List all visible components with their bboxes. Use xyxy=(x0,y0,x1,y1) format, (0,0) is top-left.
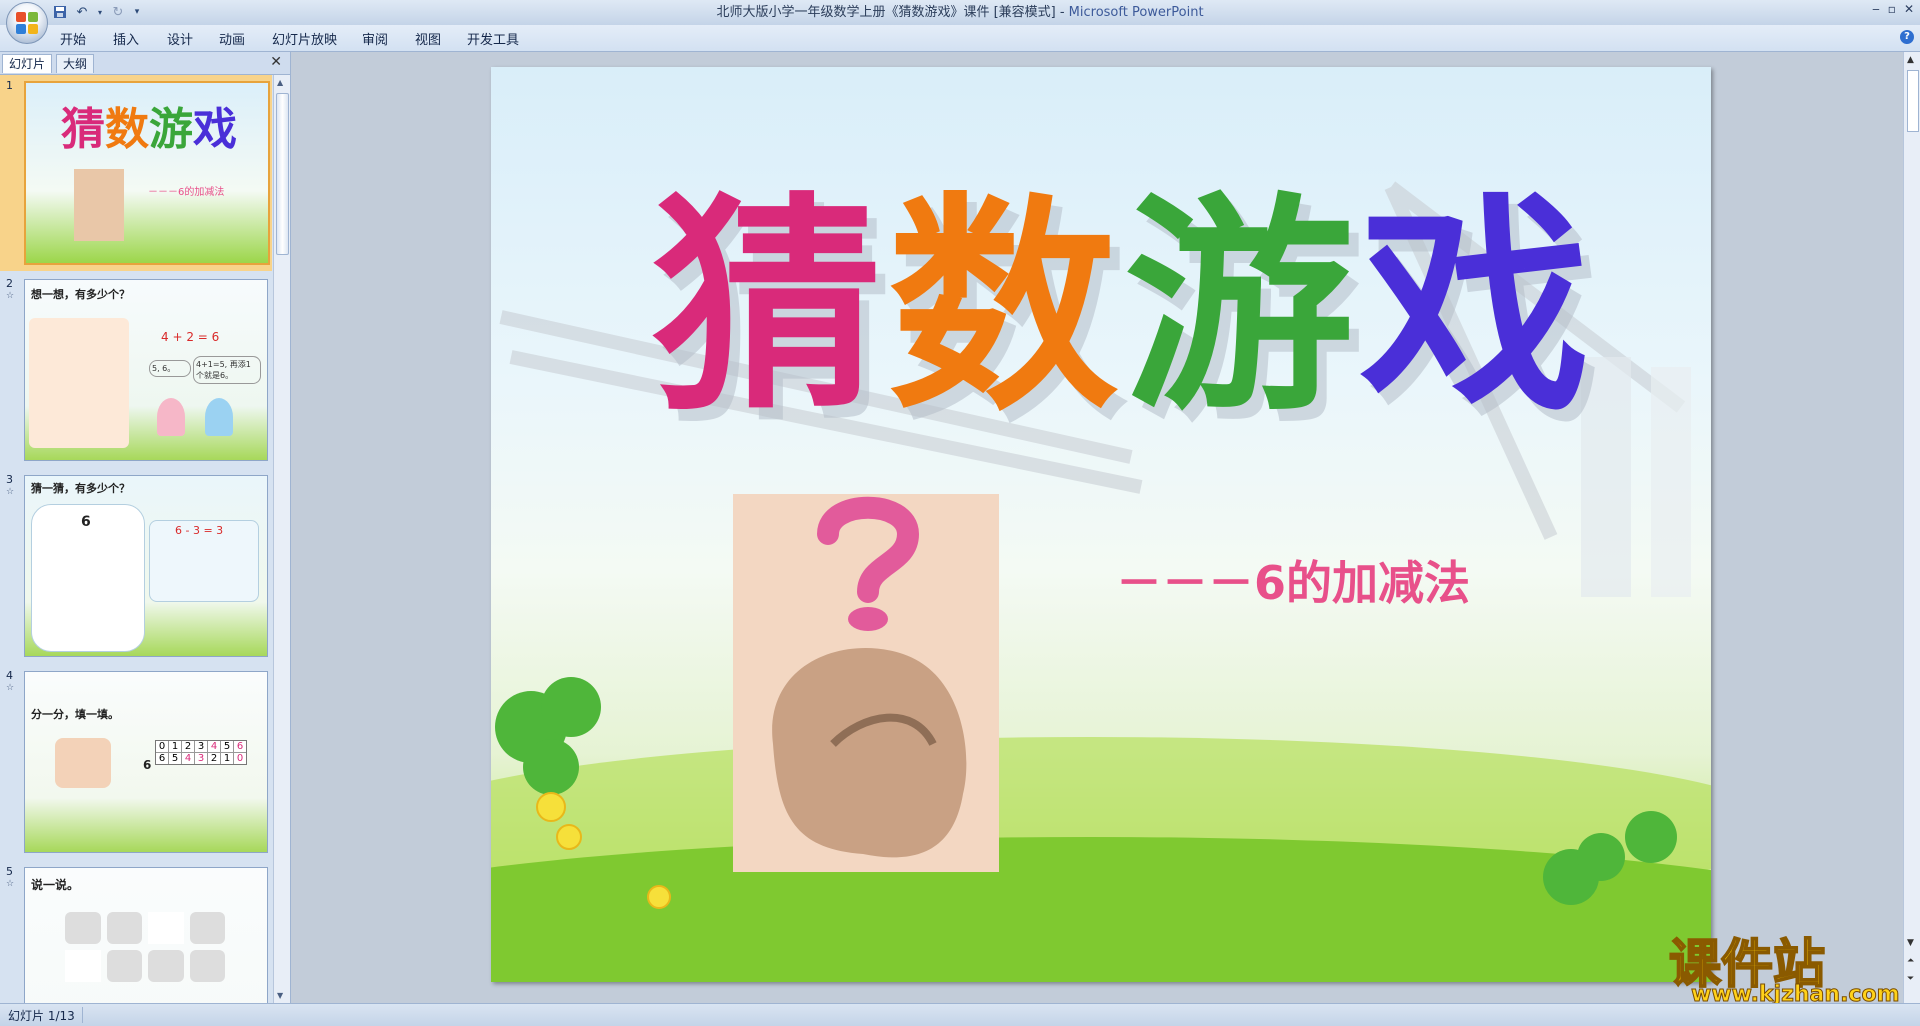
office-button[interactable] xyxy=(6,2,48,44)
title-char-1: 猜 xyxy=(651,172,882,442)
thumbnail-slide-1[interactable]: 猜数游戏 －－－6的加减法 xyxy=(24,81,270,265)
thumbnail-number: 1 xyxy=(6,79,13,92)
tab-outline[interactable]: 大纲 xyxy=(56,54,95,73)
main-scrollbar[interactable]: ▲ ▼ ⏶ ⏷ xyxy=(1903,52,1920,1003)
question-mark-icon xyxy=(772,496,967,858)
hands-image xyxy=(29,318,129,448)
slide-subtitle[interactable]: －－－6的加减法 xyxy=(1116,547,1470,613)
restore-icon[interactable]: ▫ xyxy=(1888,2,1896,16)
tab-slides[interactable]: 幻灯片 xyxy=(2,54,53,73)
tab-home[interactable]: 开始 xyxy=(60,29,86,48)
equation-text: 6 - 3 = 3 xyxy=(175,524,224,537)
thumbnail-subtitle: －－－6的加减法 xyxy=(148,187,225,198)
slide-title[interactable]: 猜 数 游 戏 xyxy=(652,147,1590,507)
minimize-icon[interactable]: ‒ xyxy=(1872,2,1880,16)
thumbnail-row-1[interactable]: 1 猜数游戏 －－－6的加减法 xyxy=(0,75,272,271)
thumbnail-slide-3[interactable]: 猜一猜，有多少个？ 6 6 - 3 = 3 xyxy=(24,475,268,657)
hands-image xyxy=(74,169,124,241)
kjzhan-watermark: 课件站 www.kjzhan.com xyxy=(1661,922,1911,1008)
thumbnail-heading: 说一说。 xyxy=(31,878,80,892)
undo-dropdown-icon[interactable]: ▾ xyxy=(96,4,104,20)
equation-text: 4 + 2 = 6 xyxy=(161,330,220,344)
thumbnail-row-2[interactable]: 2 ☆ 想一想，有多少个？ 4 + 2 = 6 5, 6。 4+1=5, 再添1… xyxy=(0,273,272,469)
office-logo-icon xyxy=(16,12,38,34)
current-slide[interactable]: 猜 数 游 戏 －－－6的加减法 xyxy=(491,67,1711,982)
window-title: 北师大版小学一年级数学上册《猜数游戏》课件 [兼容模式] - Microsoft… xyxy=(716,5,1204,20)
status-divider xyxy=(82,1007,83,1023)
boy-image xyxy=(205,398,233,436)
speech-bubble: 4+1=5, 再添1个就是6。 xyxy=(193,356,261,384)
thumbnail-title: 猜数游戏 xyxy=(61,104,237,155)
save-icon[interactable] xyxy=(52,4,68,20)
girl-image xyxy=(157,398,185,436)
thumbnail-number: 5 xyxy=(6,865,13,878)
number-lead: 6 xyxy=(143,758,152,772)
pane-tabs: 幻灯片 大纲 ✕ xyxy=(0,52,290,75)
count-text: 6 xyxy=(81,514,91,530)
title-char-2: 数 xyxy=(887,172,1118,442)
scroll-up-icon[interactable]: ▲ xyxy=(277,78,283,87)
title-bar: 北师大版小学一年级数学上册《猜数游戏》课件 [兼容模式] - Microsoft… xyxy=(0,0,1920,26)
scrollbar-thumb[interactable] xyxy=(1907,70,1919,132)
redo-icon[interactable]: ↻ xyxy=(110,4,126,20)
thumbnail-number: 3 xyxy=(6,473,13,486)
title-char-4: 戏 xyxy=(1360,172,1591,442)
status-bar: 幻灯片 1/13 xyxy=(0,1003,1920,1026)
thumbnail-row-4[interactable]: 4 ☆ 分一分，填一填。 6 0123456 6543210 xyxy=(0,665,272,861)
thumbnail-heading: 猜一猜，有多少个？ xyxy=(31,482,130,495)
thumbnail-heading: 分一分，填一填。 xyxy=(31,708,119,721)
animation-star-icon: ☆ xyxy=(6,291,15,301)
speech-bubble: 5, 6。 xyxy=(149,360,191,377)
ribbon-tabs: 开始 插入 设计 动画 幻灯片放映 审阅 视图 开发工具 ? xyxy=(0,25,1920,52)
thumbnail-slide-5[interactable]: 说一说。 xyxy=(24,867,268,1003)
table-row: 0123456 xyxy=(156,741,246,752)
quick-access-toolbar: ↶ ▾ ↻ ▾ xyxy=(52,3,142,21)
thumbnail-row-5[interactable]: 5 ☆ 说一说。 xyxy=(0,861,272,1003)
table-row: 6543210 xyxy=(156,752,246,764)
tab-view[interactable]: 视图 xyxy=(415,29,441,48)
hands-image xyxy=(55,738,111,788)
thumbnail-slide-4[interactable]: 分一分，填一填。 6 0123456 6543210 xyxy=(24,671,268,853)
tab-design[interactable]: 设计 xyxy=(167,29,193,48)
tab-insert[interactable]: 插入 xyxy=(113,29,139,48)
number-table: 0123456 6543210 xyxy=(155,740,247,765)
animation-star-icon: ☆ xyxy=(6,879,15,889)
thumbnail-heading: 想一想，有多少个？ xyxy=(31,288,130,301)
animation-star-icon: ☆ xyxy=(6,487,15,497)
tab-slideshow[interactable]: 幻灯片放映 xyxy=(272,29,337,48)
hands-question-image[interactable] xyxy=(733,494,999,872)
animation-star-icon: ☆ xyxy=(6,683,15,693)
close-window-icon[interactable]: ✕ xyxy=(1904,2,1914,16)
help-icon[interactable]: ? xyxy=(1900,30,1914,44)
thumbnail-scrollbar[interactable]: ▲ ▼ xyxy=(273,75,290,1003)
window-controls: ‒ ▫ ✕ xyxy=(1872,2,1914,16)
scrollbar-thumb[interactable] xyxy=(276,93,289,255)
close-pane-icon[interactable]: ✕ xyxy=(270,54,282,70)
thumbnail-number: 4 xyxy=(6,669,13,682)
thumbnail-list: 1 猜数游戏 －－－6的加减法 2 ☆ 想一想，有多少个？ 4 + 2 = 6 … xyxy=(0,75,272,1003)
thumbnail-slide-2[interactable]: 想一想，有多少个？ 4 + 2 = 6 5, 6。 4+1=5, 再添1个就是6… xyxy=(24,279,268,461)
scroll-down-icon[interactable]: ▼ xyxy=(277,991,283,1000)
undo-icon[interactable]: ↶ xyxy=(74,4,90,20)
thumbnail-number: 2 xyxy=(6,277,13,290)
scroll-up-icon[interactable]: ▲ xyxy=(1907,55,1914,65)
customize-toolbar-icon[interactable]: ▾ xyxy=(132,4,142,20)
tab-review[interactable]: 审阅 xyxy=(362,29,388,48)
slide-counter: 幻灯片 1/13 xyxy=(8,1009,75,1023)
thumbnail-row-3[interactable]: 3 ☆ 猜一猜，有多少个？ 6 6 - 3 = 3 xyxy=(0,469,272,665)
tab-animations[interactable]: 动画 xyxy=(219,29,245,48)
title-char-3: 游 xyxy=(1124,172,1355,442)
cows-image xyxy=(65,912,225,982)
slides-pane: 幻灯片 大纲 ✕ 1 猜数游戏 －－－6的加减法 2 ☆ 想一想，有多少个？ 4… xyxy=(0,52,291,1003)
tab-developer[interactable]: 开发工具 xyxy=(467,29,519,48)
